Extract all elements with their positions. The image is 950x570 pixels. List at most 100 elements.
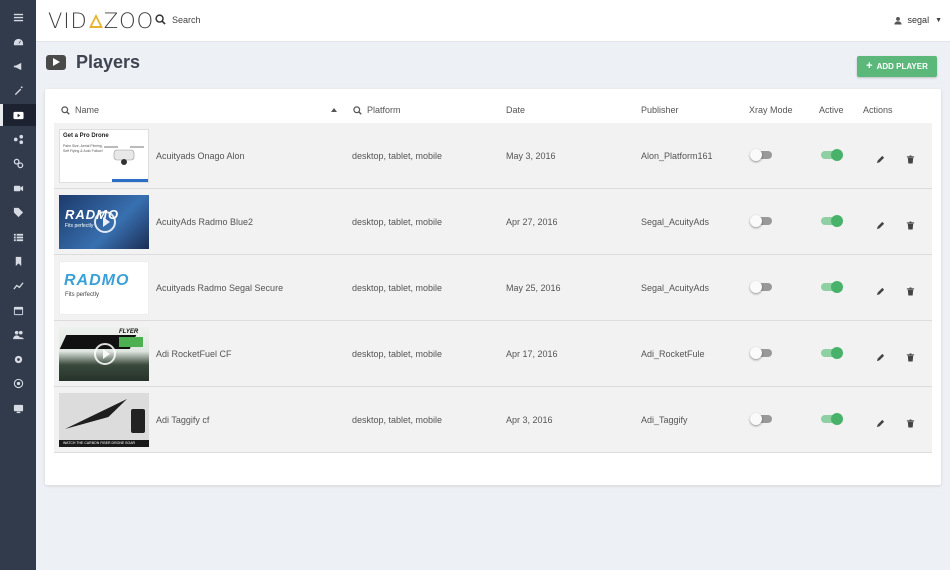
column-xray[interactable]: Xray Mode [749,105,793,115]
player-name[interactable]: Adi Taggify cf [156,387,209,453]
edit-icon[interactable] [876,349,885,362]
trash-icon[interactable] [906,415,915,428]
column-platform[interactable]: Platform [353,105,401,115]
trash-icon[interactable] [906,151,915,164]
user-icon [893,16,902,24]
bookmark-icon[interactable] [0,250,36,272]
player-platform: desktop, tablet, mobile [352,349,443,359]
active-toggle[interactable] [821,413,843,425]
share-icon[interactable] [0,128,36,150]
player-thumbnail[interactable]: RADMO Fits perfectly [59,195,149,249]
player-platform: desktop, tablet, mobile [352,217,443,227]
player-thumbnail[interactable]: Get a Pro Drone Palm Size, Aerial Filmin… [59,129,149,183]
thumbnail-caption: WATCH THE CARBON FIBER DRONE SOAR [59,440,149,447]
chevron-down-icon: ▼ [935,16,942,24]
xray-toggle[interactable] [750,281,772,293]
sidebar [0,0,36,570]
thumbnail-tagline: Fits perfectly [65,292,100,298]
player-publisher: Adi_Taggify [641,415,688,425]
xray-toggle[interactable] [750,347,772,359]
player-publisher: Alon_Platform161 [641,151,713,161]
plus-icon: + [866,60,873,72]
active-toggle[interactable] [821,281,843,293]
gear-icon[interactable] [0,348,36,370]
edit-icon[interactable] [876,217,885,230]
table-row[interactable]: FLYER Adi RocketFuel CF desktop, tablet,… [54,321,932,387]
table-row[interactable]: RADMO Fits perfectly AcuityAds Radmo Blu… [54,189,932,255]
monitor-icon[interactable] [0,397,36,419]
player-thumbnail[interactable]: RADMO Fits perfectly [59,261,149,315]
player-platform: desktop, tablet, mobile [352,415,443,425]
search-box[interactable]: Search [155,14,201,25]
column-active-label: Active [819,105,844,115]
table-row[interactable]: RADMO Fits perfectly Acuityads Radmo Seg… [54,255,932,321]
logo-triangle-icon [88,14,103,28]
player-date: May 25, 2016 [506,283,561,293]
table-row[interactable]: Get a Pro Drone Palm Size, Aerial Filmin… [54,123,932,189]
player-date: Apr 3, 2016 [506,415,553,425]
page-title-bar: Players [46,52,140,73]
player-name[interactable]: AcuityAds Radmo Blue2 [156,189,253,255]
play-overlay-icon [94,211,116,233]
target-icon[interactable] [0,372,36,394]
column-active[interactable]: Active [819,105,844,115]
search-icon [155,14,166,25]
wand-icon[interactable] [0,79,36,101]
edit-icon[interactable] [876,415,885,428]
player-name[interactable]: Adi RocketFuel CF [156,321,232,387]
user-menu[interactable]: segal ▼ [893,15,942,25]
tag-icon[interactable] [0,201,36,223]
trash-icon[interactable] [906,283,915,296]
player-publisher: Segal_AcuityAds [641,217,710,227]
top-header: VID ZOO Search segal ▼ [36,0,950,42]
table-header: Name Platform Date Publisher Xray Mode A… [45,89,941,123]
edit-icon[interactable] [876,283,885,296]
player-date: Apr 17, 2016 [506,349,558,359]
video-camera-icon[interactable] [0,177,36,199]
thumbnail-wordmark: RADMO [64,272,130,289]
xray-toggle[interactable] [750,149,772,161]
xray-toggle[interactable] [750,413,772,425]
calendar-icon[interactable] [0,299,36,321]
thumbnail-cta [119,337,143,347]
column-date-label: Date [506,105,526,115]
active-toggle[interactable] [821,347,843,359]
play-icon[interactable] [0,104,36,126]
column-xray-label: Xray Mode [749,105,793,115]
phone-image [131,409,145,433]
megaphone-icon[interactable] [0,55,36,77]
player-publisher: Adi_RocketFule [641,349,705,359]
thumbnail-tagline: Fits perfectly [65,223,94,229]
column-publisher[interactable]: Publisher [641,105,679,115]
column-name[interactable]: Name [61,105,99,115]
hamburger-icon[interactable] [0,6,36,28]
player-name[interactable]: Acuityads Radmo Segal Secure [156,255,283,321]
add-player-label: ADD PLAYER [876,62,928,71]
column-name-label: Name [75,105,100,115]
players-table: Name Platform Date Publisher Xray Mode A… [45,89,941,485]
trash-icon[interactable] [906,349,915,362]
drone-image [65,399,127,429]
trash-icon[interactable] [906,217,915,230]
add-player-button[interactable]: + ADD PLAYER [857,56,937,77]
player-name[interactable]: Acuityads Onago Alon [156,123,245,189]
list-icon[interactable] [0,226,36,248]
edit-icon[interactable] [876,151,885,164]
vidazoo-logo[interactable]: VID ZOO [48,9,154,33]
thumbnail-label: FLYER [119,329,139,335]
users-icon[interactable] [0,323,36,345]
player-date: May 3, 2016 [506,151,556,161]
dashboard-icon[interactable] [0,31,36,53]
line-chart-icon[interactable] [0,274,36,296]
sort-ascending-icon[interactable] [331,108,337,112]
column-date[interactable]: Date [506,105,525,115]
player-thumbnail[interactable]: FLYER [59,327,149,381]
table-row[interactable]: WATCH THE CARBON FIBER DRONE SOAR Adi Ta… [54,387,932,453]
active-toggle[interactable] [821,149,843,161]
xray-toggle[interactable] [750,215,772,227]
active-toggle[interactable] [821,215,843,227]
play-overlay-icon [94,343,116,365]
link-icon[interactable] [0,152,36,174]
column-actions-label: Actions [863,105,893,115]
player-thumbnail[interactable]: WATCH THE CARBON FIBER DRONE SOAR [59,393,149,447]
